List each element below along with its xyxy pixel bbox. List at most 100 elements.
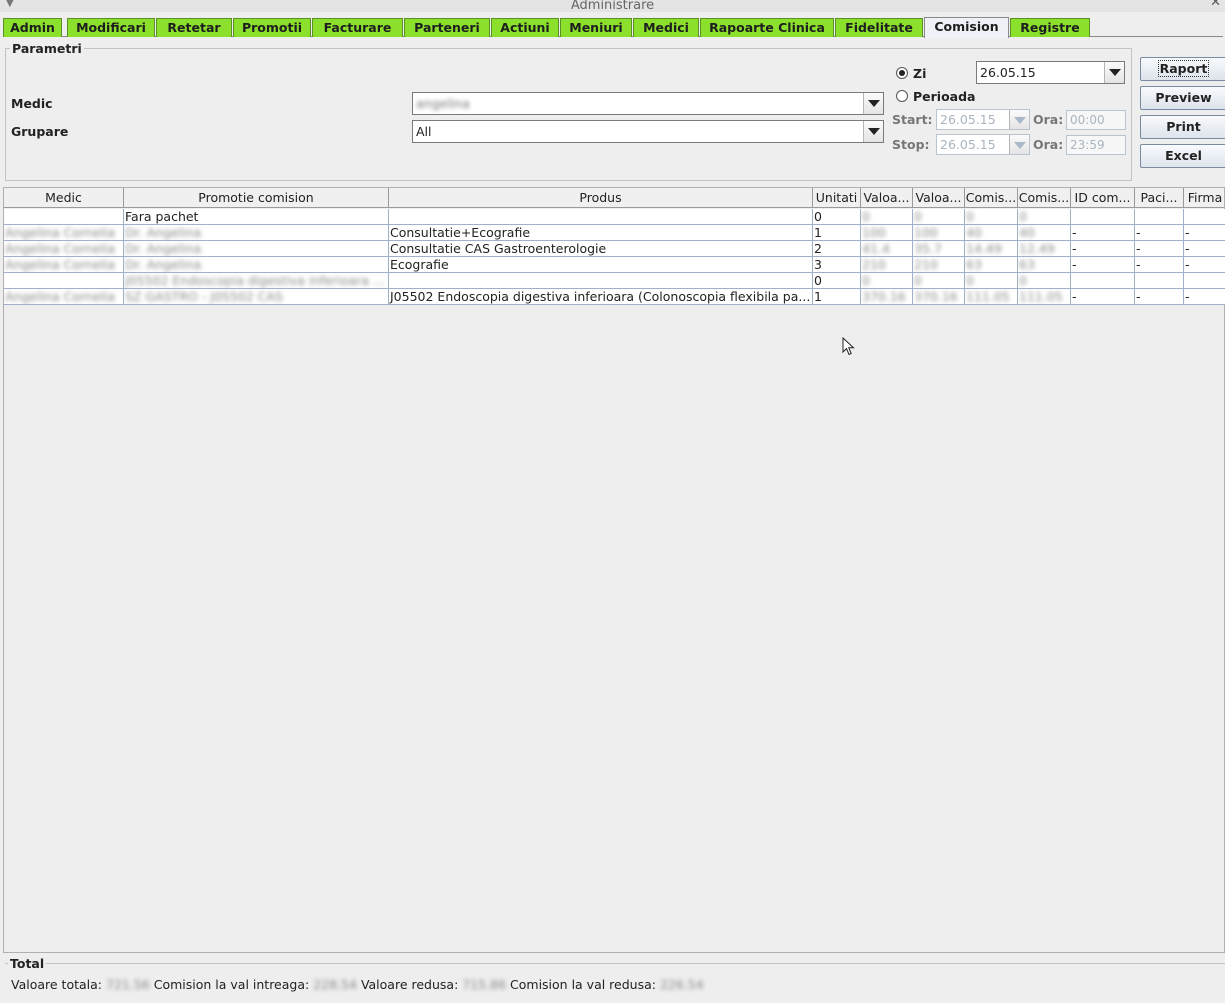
table-cell[interactable]: -	[1184, 257, 1225, 273]
table-cell[interactable]: 210	[861, 257, 913, 273]
table-row[interactable]: J05502 Endoscopia digestiva inferioara .…	[4, 273, 1225, 289]
table-cell[interactable]: Dr. Angelina	[124, 225, 389, 241]
table-cell[interactable]: -	[1071, 225, 1135, 241]
table-cell[interactable]: 0	[913, 273, 965, 289]
zi-radio[interactable]	[896, 67, 908, 79]
comision-table[interactable]: Medic Promotie comision Produs Unitati V…	[3, 187, 1225, 953]
table-row[interactable]: Fara pachet 0 0 0 0 0	[4, 209, 1225, 225]
table-cell[interactable]: -	[1135, 241, 1184, 257]
table-cell[interactable]: 40	[1018, 225, 1071, 241]
table-cell[interactable]: J05502 Endoscopia digestiva inferioara (…	[389, 289, 813, 305]
table-cell[interactable]: -	[1135, 225, 1184, 241]
table-cell[interactable]: 210	[913, 257, 965, 273]
col-valoare-1[interactable]: Valoa...	[861, 188, 913, 208]
table-cell[interactable]: Angelina Cornelia	[4, 289, 124, 305]
col-medic[interactable]: Medic	[4, 188, 124, 208]
table-cell[interactable]: 370.16	[913, 289, 965, 305]
table-cell[interactable]: 0	[1018, 273, 1071, 289]
tab-medici[interactable]: Medici	[633, 18, 699, 37]
table-cell[interactable]: 0	[813, 209, 861, 225]
table-cell[interactable]: 111.05	[965, 289, 1018, 305]
table-cell[interactable]: 0	[813, 273, 861, 289]
table-cell[interactable]: 370.16	[861, 289, 913, 305]
table-cell[interactable]: 0	[913, 209, 965, 225]
table-cell[interactable]: SZ GASTRO - J05502 CAS	[124, 289, 389, 305]
col-comision-1[interactable]: Comis...	[965, 188, 1018, 208]
table-cell[interactable]: Consultatie+Ecografie	[389, 225, 813, 241]
raport-button[interactable]: Raport	[1140, 57, 1225, 81]
col-pacient[interactable]: Paci...	[1135, 188, 1184, 208]
table-row[interactable]: Angelina Cornelia Dr. Angelina Ecografie 3 2…	[4, 257, 1225, 273]
table-cell[interactable]: 14.49	[965, 241, 1018, 257]
table-cell[interactable]: J05502 Endoscopia digestiva inferioara .…	[124, 273, 389, 289]
table-cell[interactable]: 40	[965, 225, 1018, 241]
close-icon[interactable]: ✕	[1210, 0, 1221, 9]
table-cell[interactable]: Fara pachet	[124, 209, 389, 225]
tab-rapoarte-clinica[interactable]: Rapoarte Clinica	[700, 18, 834, 37]
table-cell[interactable]: -	[1184, 225, 1225, 241]
table-cell[interactable]: -	[1071, 257, 1135, 273]
table-cell[interactable]	[1071, 209, 1135, 225]
table-cell[interactable]: -	[1135, 257, 1184, 273]
tab-parteneri[interactable]: Parteneri	[404, 18, 490, 37]
print-button[interactable]: Print	[1140, 115, 1225, 139]
ora-stop-field[interactable]: 23:59	[1066, 135, 1126, 155]
table-cell[interactable]: 63	[965, 257, 1018, 273]
table-cell[interactable]	[1184, 273, 1225, 289]
table-cell[interactable]: Angelina Cornelia	[4, 257, 124, 273]
table-cell[interactable]: 12.49	[1018, 241, 1071, 257]
table-cell[interactable]	[389, 209, 813, 225]
table-cell[interactable]: 0	[861, 273, 913, 289]
ora-start-field[interactable]: 00:00	[1066, 110, 1126, 130]
medic-combo[interactable]: angelina	[412, 92, 884, 115]
table-cell[interactable]: -	[1184, 241, 1225, 257]
window-menu-icon[interactable]: ▼	[6, 0, 14, 10]
table-cell[interactable]: Dr. Angelina	[124, 241, 389, 257]
chevron-down-icon[interactable]	[1104, 62, 1124, 83]
table-cell[interactable]: 0	[1018, 209, 1071, 225]
col-firma[interactable]: Firma	[1184, 188, 1225, 208]
table-cell[interactable]: 100	[861, 225, 913, 241]
table-cell[interactable]: 1	[813, 225, 861, 241]
table-cell[interactable]: -	[1135, 289, 1184, 305]
perioada-radio[interactable]	[896, 90, 908, 102]
start-date-combo[interactable]: 26.05.15	[936, 109, 1030, 130]
chevron-down-icon[interactable]	[1009, 135, 1029, 154]
table-cell[interactable]: 63	[1018, 257, 1071, 273]
tab-modificari[interactable]: Modificari	[67, 18, 155, 37]
col-id-comision[interactable]: ID com...	[1071, 188, 1135, 208]
table-cell[interactable]: 1	[813, 289, 861, 305]
col-valoare-2[interactable]: Valoa...	[913, 188, 965, 208]
grupare-combo[interactable]: All	[412, 120, 884, 143]
tab-registre[interactable]: Registre	[1010, 18, 1090, 37]
table-cell[interactable]	[1071, 273, 1135, 289]
preview-button[interactable]: Preview	[1140, 86, 1225, 110]
table-cell[interactable]: 0	[965, 209, 1018, 225]
excel-button[interactable]: Excel	[1140, 144, 1225, 168]
tab-actiuni[interactable]: Actiuni	[491, 18, 559, 37]
chevron-down-icon[interactable]	[863, 121, 883, 142]
table-cell[interactable]: 0	[965, 273, 1018, 289]
table-cell[interactable]: 2	[813, 241, 861, 257]
table-cell[interactable]: Angelina Cornelia	[4, 225, 124, 241]
table-cell[interactable]: 111.05	[1018, 289, 1071, 305]
table-row[interactable]: Angelina Cornelia Dr. Angelina Consultatie…	[4, 225, 1225, 241]
table-cell[interactable]	[4, 273, 124, 289]
tab-meniuri[interactable]: Meniuri	[560, 18, 632, 37]
tab-retetar[interactable]: Retetar	[156, 18, 232, 37]
table-cell[interactable]: Consultatie CAS Gastroenterologie	[389, 241, 813, 257]
table-row[interactable]: Angelina Cornelia SZ GASTRO - J05502 CAS J…	[4, 289, 1225, 305]
table-row[interactable]: Angelina Cornelia Dr. Angelina Consultatie…	[4, 241, 1225, 257]
stop-date-combo[interactable]: 26.05.15	[936, 134, 1030, 155]
table-cell[interactable]: -	[1071, 241, 1135, 257]
table-cell[interactable]: 41.4	[861, 241, 913, 257]
zi-date-combo[interactable]: 26.05.15	[976, 61, 1125, 84]
table-cell[interactable]: 35.7	[913, 241, 965, 257]
tab-fidelitate[interactable]: Fidelitate	[835, 18, 923, 37]
chevron-down-icon[interactable]	[863, 93, 883, 114]
table-cell[interactable]: 100	[913, 225, 965, 241]
chevron-down-icon[interactable]	[1009, 110, 1029, 129]
tab-facturare[interactable]: Facturare	[312, 18, 403, 37]
table-cell[interactable]	[1135, 273, 1184, 289]
table-cell[interactable]	[1184, 209, 1225, 225]
